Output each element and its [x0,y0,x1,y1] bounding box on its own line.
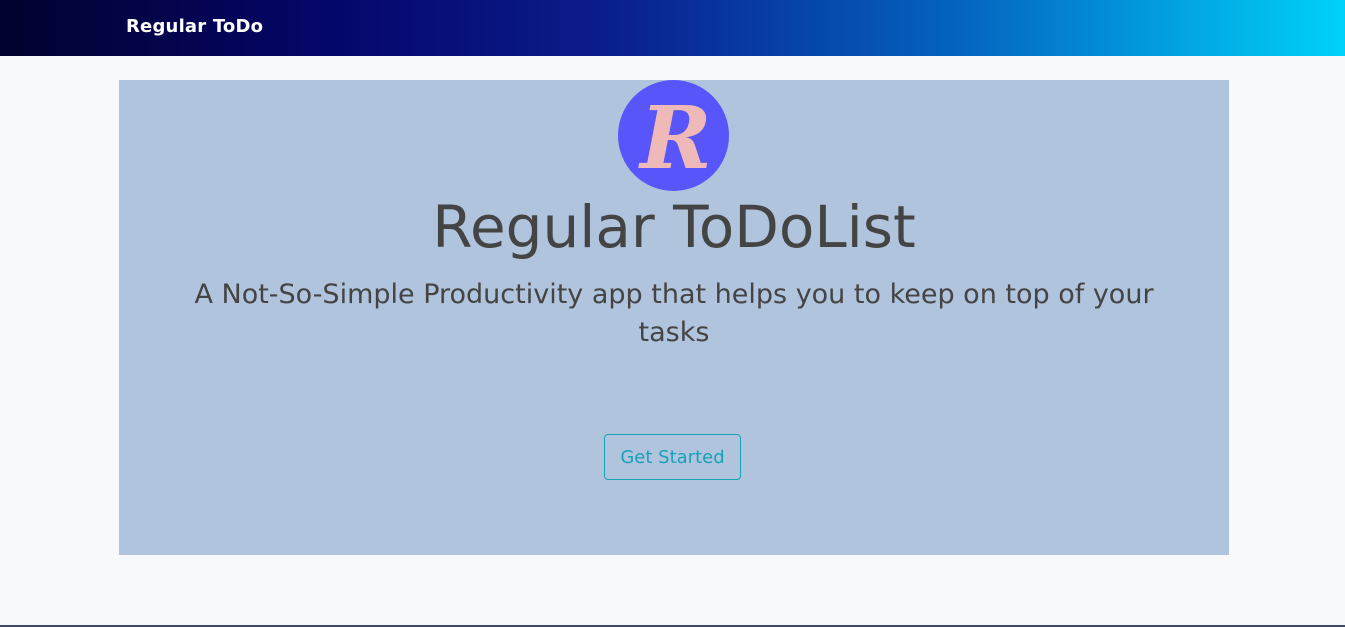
app-logo: R [618,80,729,191]
navbar-brand-link[interactable]: Regular ToDo [126,16,263,38]
hero-title: Regular ToDoList [432,193,916,261]
hero-subtitle: A Not-So-Simple Productivity app that he… [194,279,1154,348]
top-navbar: Regular ToDo [0,0,1345,56]
logo-letter: R [637,88,711,189]
get-started-button[interactable]: Get Started [604,434,741,480]
hero-jumbotron: R Regular ToDoList A Not-So-Simple Produ… [119,80,1229,555]
